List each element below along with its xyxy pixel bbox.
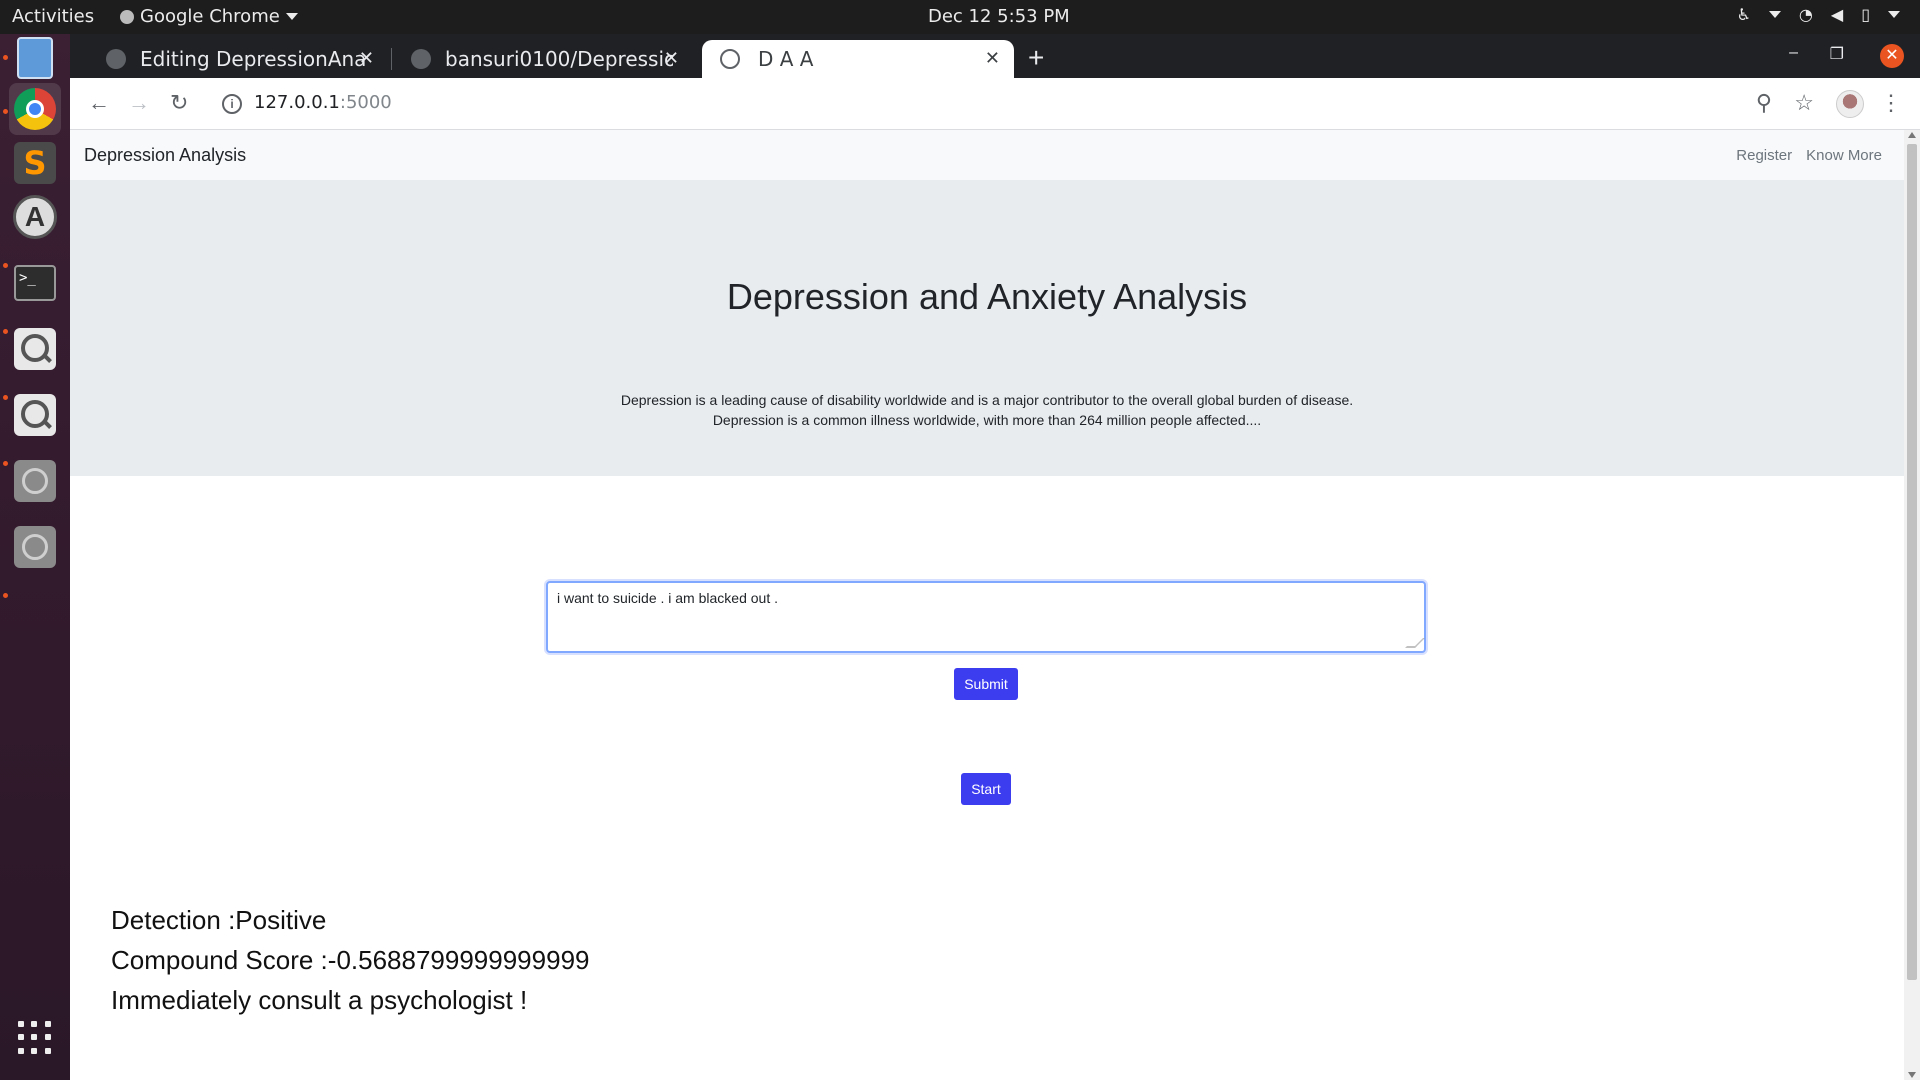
disc-icon: [14, 526, 56, 568]
page-scrollbar[interactable]: [1904, 130, 1920, 1080]
activities-button[interactable]: Activities: [12, 6, 94, 27]
close-icon[interactable]: ✕: [985, 48, 1000, 69]
running-indicator: [3, 461, 8, 466]
sublime-launcher[interactable]: S: [9, 137, 61, 189]
know-more-link[interactable]: Know More: [1806, 147, 1882, 164]
running-indicator: [3, 395, 8, 400]
scroll-down-icon[interactable]: [1908, 1072, 1916, 1078]
tab-separator: [391, 48, 392, 70]
close-icon[interactable]: ✕: [359, 48, 374, 69]
scrollbar-thumb[interactable]: [1907, 144, 1917, 980]
running-indicator: [3, 593, 8, 598]
system-top-bar: Activities Google Chrome Dec 12 5:53 PM …: [0, 0, 1920, 34]
address-bar[interactable]: 127.0.0.1:5000: [254, 92, 392, 113]
files-icon: [17, 37, 53, 79]
browser-toolbar: ← → ↻ i 127.0.0.1:5000 ⚲ ☆ ⋮: [70, 78, 1920, 130]
chevron-down-icon: [1888, 11, 1900, 18]
search-icon: [14, 328, 56, 370]
clock[interactable]: Dec 12 5:53 PM: [928, 6, 1070, 27]
disc-launcher-1[interactable]: [9, 455, 61, 507]
app-menu-label: Google Chrome: [140, 6, 280, 27]
url-port: :5000: [339, 92, 392, 113]
chrome-small-icon: [120, 9, 134, 24]
battery-icon[interactable]: ▯: [1861, 5, 1870, 24]
hero-text-line-2: Depression is a common illness worldwide…: [712, 412, 1262, 428]
tab-title: bansuri0100/DepressionA: [445, 47, 673, 71]
dock: S A >_: [0, 34, 70, 1080]
site-navbar: Depression Analysis Register Know More: [70, 130, 1904, 180]
github-icon: [106, 49, 126, 69]
reload-button[interactable]: ↻: [170, 90, 188, 116]
search-launcher[interactable]: [9, 323, 61, 375]
text-input[interactable]: i want to suicide . i am blacked out .: [546, 581, 1426, 653]
running-indicator: [3, 263, 8, 268]
menu-kebab-icon[interactable]: ⋮: [1880, 90, 1902, 116]
zoom-icon[interactable]: ⚲: [1756, 90, 1772, 116]
system-tray[interactable]: ♿ ◔ ◀ ▯: [1737, 5, 1900, 24]
disc-icon: [14, 460, 56, 502]
browser-window: Editing DepressionAnalysis ✕ bansuri0100…: [70, 34, 1920, 1080]
tab-title: Editing DepressionAnalysis: [140, 47, 368, 71]
software-store-launcher[interactable]: A: [9, 191, 61, 243]
app-menu[interactable]: Google Chrome: [120, 6, 298, 27]
minimize-button[interactable]: –: [1789, 44, 1798, 62]
start-button[interactable]: Start: [961, 773, 1011, 805]
bookmark-star-icon[interactable]: ☆: [1794, 90, 1814, 116]
volume-icon[interactable]: ◀: [1831, 5, 1843, 24]
terminal-launcher[interactable]: >_: [9, 257, 61, 309]
close-icon[interactable]: ✕: [664, 48, 679, 69]
detection-result: Detection :Positive: [111, 905, 327, 935]
wifi-icon[interactable]: ◔: [1799, 5, 1813, 24]
image-viewer-launcher[interactable]: [9, 389, 61, 441]
running-indicator: [3, 109, 8, 114]
files-launcher[interactable]: [9, 32, 61, 84]
app-grid-icon: [18, 1021, 52, 1055]
navbar-links: Register Know More: [1736, 147, 1882, 164]
hero-text-line-1: Depression is a leading cause of disabil…: [620, 392, 1354, 408]
tab-strip: Editing DepressionAnalysis ✕ bansuri0100…: [70, 34, 1920, 78]
url-host: 127.0.0.1: [254, 92, 340, 113]
terminal-icon: >_: [14, 265, 56, 301]
new-tab-button[interactable]: +: [1028, 42, 1044, 74]
chrome-launcher[interactable]: [9, 83, 61, 135]
tab-title: D A A: [758, 47, 814, 71]
chevron-down-icon: [1768, 11, 1781, 18]
tab-daa[interactable]: D A A ✕: [702, 40, 1014, 78]
register-link[interactable]: Register: [1736, 147, 1792, 164]
advice-text: Immediately consult a psychologist !: [111, 985, 528, 1015]
tab-editing[interactable]: Editing DepressionAnalysis ✕: [88, 40, 388, 78]
scroll-up-icon[interactable]: [1908, 132, 1916, 138]
tab-repo[interactable]: bansuri0100/DepressionA ✕: [393, 40, 693, 78]
github-icon: [411, 49, 431, 69]
accessibility-icon[interactable]: ♿: [1737, 5, 1751, 24]
running-indicator: [3, 55, 8, 60]
disc-launcher-2[interactable]: [9, 521, 61, 573]
running-indicator: [3, 329, 8, 334]
globe-icon: [720, 49, 740, 69]
page-viewport: Depression Analysis Register Know More D…: [70, 130, 1904, 1080]
image-viewer-icon: [14, 394, 56, 436]
submit-button[interactable]: Submit: [954, 668, 1018, 700]
show-applications-button[interactable]: [9, 1012, 61, 1064]
software-store-icon: A: [13, 195, 57, 239]
back-button[interactable]: ←: [88, 90, 110, 116]
maximize-button[interactable]: ❐: [1830, 44, 1844, 64]
close-window-button[interactable]: ✕: [1880, 44, 1904, 68]
hero-title: Depression and Anxiety Analysis: [726, 276, 1248, 317]
profile-avatar[interactable]: [1836, 90, 1864, 118]
navbar-brand[interactable]: Depression Analysis: [84, 145, 246, 166]
info-icon[interactable]: i: [222, 94, 242, 114]
sublime-text-icon: S: [14, 142, 56, 184]
hero-section: Depression and Anxiety Analysis Depressi…: [70, 180, 1904, 476]
forward-button[interactable]: →: [128, 90, 150, 116]
chrome-icon: [14, 88, 56, 130]
compound-score: Compound Score :-0.5688799999999999: [111, 945, 590, 975]
chevron-down-icon: [285, 13, 298, 20]
